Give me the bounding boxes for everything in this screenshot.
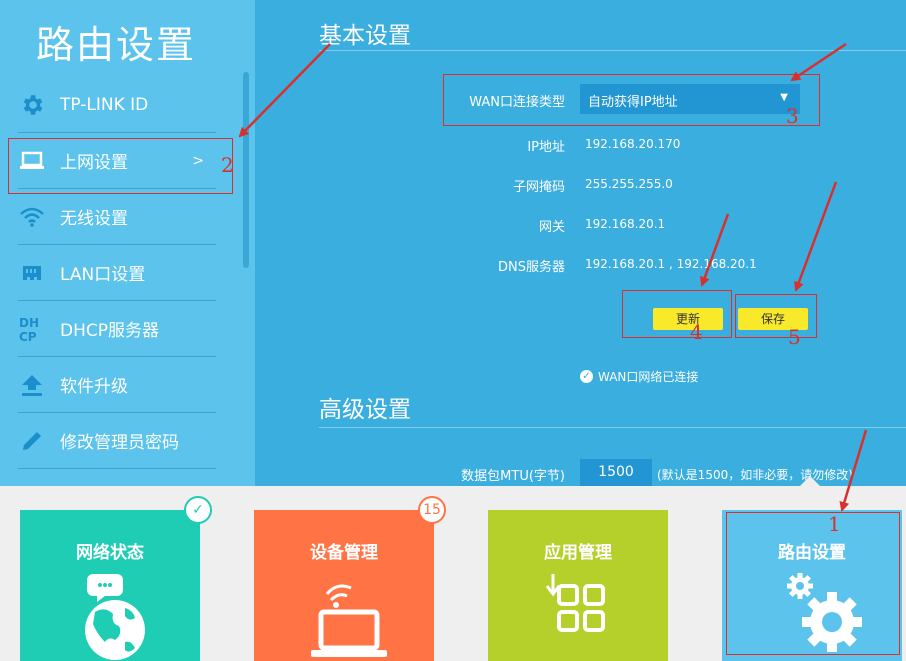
mask-value: 255.255.255.0 xyxy=(585,177,673,191)
wan-status-text: WAN口网络已连接 xyxy=(598,370,699,384)
globe-icon xyxy=(20,572,200,661)
sidebar: 路由设置 TP-LINK ID 上网设置 > 无线设置 LAN口设置 DH CP… xyxy=(0,0,255,486)
dhcp-icon: DH CP xyxy=(18,315,46,343)
sidebar-item-lan[interactable]: LAN口设置 xyxy=(18,245,216,301)
divider xyxy=(319,427,906,428)
sidebar-item-label: DHCP服务器 xyxy=(60,321,159,341)
tile-network-status[interactable]: ✓ 网络状态 xyxy=(20,496,212,661)
mask-label: 子网掩码 xyxy=(512,180,565,195)
ip-value: 192.168.20.170 xyxy=(585,137,681,151)
wan-status: ✓ WAN口网络已连接 xyxy=(580,368,698,385)
pencil-icon xyxy=(18,427,46,455)
annotation-box-1 xyxy=(726,512,900,655)
check-badge-icon: ✓ xyxy=(184,496,212,524)
annotation-number-5: 5 xyxy=(788,325,801,349)
annotation-box-5 xyxy=(735,294,817,338)
mtu-label: 数据包MTU(字节) xyxy=(461,469,565,484)
main-panel: 基本设置 WAN口连接类型 自动获得IP地址 ▼ IP地址 192.168.20… xyxy=(255,0,906,486)
annotation-number-2: 2 xyxy=(221,153,234,177)
sidebar-item-label: TP-LINK ID xyxy=(60,94,149,115)
lan-port-icon xyxy=(18,259,46,287)
apps-grid-icon xyxy=(488,572,668,661)
annotation-number-4: 4 xyxy=(690,320,703,344)
sidebar-scrollbar[interactable] xyxy=(243,72,249,268)
svg-text:CP: CP xyxy=(19,330,37,343)
gateway-value: 192.168.20.1 xyxy=(585,217,666,231)
sidebar-item-wireless[interactable]: 无线设置 xyxy=(18,189,216,245)
sidebar-item-label: 无线设置 xyxy=(60,209,128,229)
annotation-number-1: 1 xyxy=(828,512,841,536)
wifi-icon xyxy=(18,203,46,231)
dns-label: DNS服务器 xyxy=(498,260,565,275)
svg-text:DH: DH xyxy=(19,316,39,330)
mtu-input[interactable]: 1500 xyxy=(580,459,652,486)
sidebar-item-label: 软件升级 xyxy=(60,377,128,397)
mtu-hint: (默认是1500，如非必要，请勿修改) xyxy=(657,468,853,482)
ip-label: IP地址 xyxy=(527,140,565,155)
annotation-number-3: 3 xyxy=(786,104,799,128)
annotation-box-4 xyxy=(622,290,732,338)
gear-icon xyxy=(18,91,46,119)
tile-app-management[interactable]: 应用管理 xyxy=(488,510,668,661)
divider xyxy=(319,50,906,51)
check-icon: ✓ xyxy=(580,370,593,383)
sidebar-item-dhcp[interactable]: DH CP DHCP服务器 xyxy=(18,301,216,357)
sidebar-menu: TP-LINK ID 上网设置 > 无线设置 LAN口设置 DHCP DHCP xyxy=(18,77,216,469)
tile-device-management[interactable]: 15 设备管理 xyxy=(254,496,446,661)
sidebar-item-upgrade[interactable]: 软件升级 xyxy=(18,357,216,413)
sidebar-item-label: 修改管理员密码 xyxy=(60,433,179,453)
annotation-box-3 xyxy=(443,74,820,126)
upload-icon xyxy=(18,371,46,399)
gateway-label: 网关 xyxy=(538,220,565,235)
sidebar-item-label: LAN口设置 xyxy=(60,265,146,285)
annotation-box-2 xyxy=(8,138,233,194)
sidebar-title: 路由设置 xyxy=(36,23,197,67)
count-badge: 15 xyxy=(418,496,446,524)
tile-label: 设备管理 xyxy=(310,543,378,563)
laptop-wifi-icon xyxy=(254,572,434,661)
tile-label: 应用管理 xyxy=(544,543,612,563)
sidebar-item-tplink-id[interactable]: TP-LINK ID xyxy=(18,77,216,133)
active-tile-pointer xyxy=(800,476,820,486)
tile-label: 网络状态 xyxy=(76,543,144,563)
section-title-advanced: 高级设置 xyxy=(319,397,411,423)
section-title-basic: 基本设置 xyxy=(319,23,411,49)
sidebar-item-password[interactable]: 修改管理员密码 xyxy=(18,413,216,469)
dns-value: 192.168.20.1 , 192.168.20.1 xyxy=(585,257,757,271)
